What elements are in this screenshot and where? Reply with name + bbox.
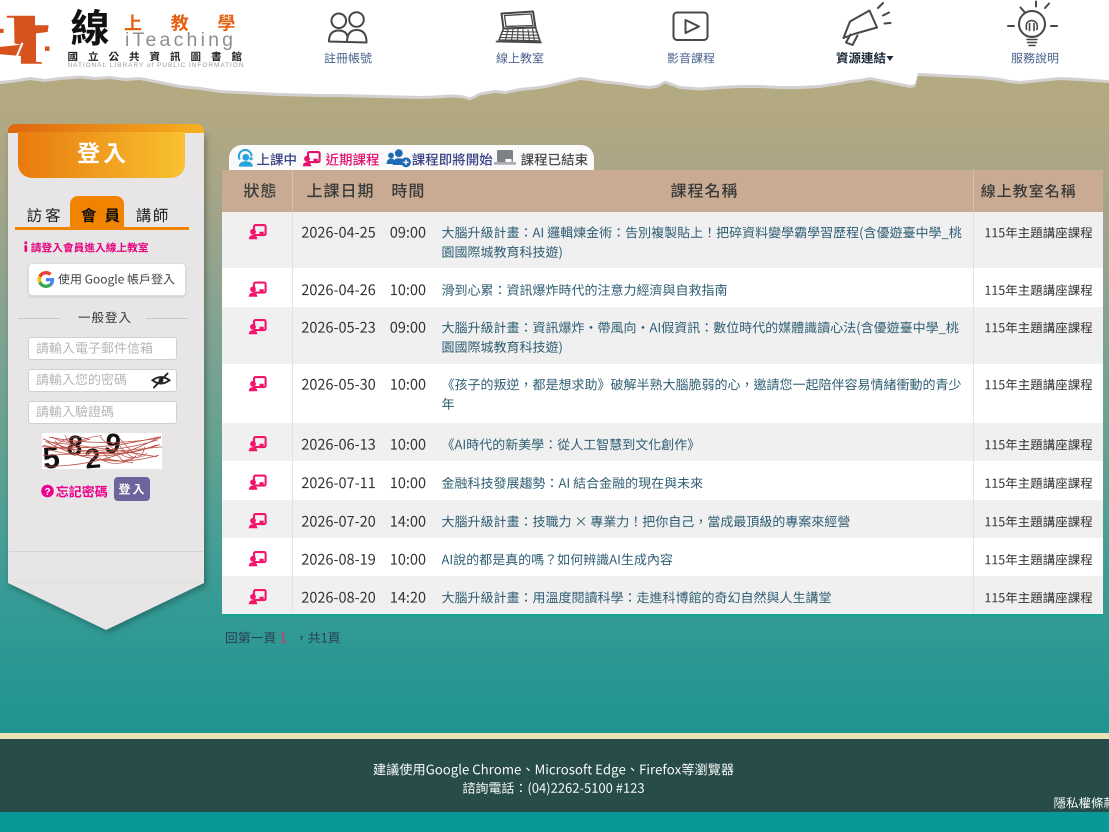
svg-text:?: ? — [44, 487, 50, 498]
